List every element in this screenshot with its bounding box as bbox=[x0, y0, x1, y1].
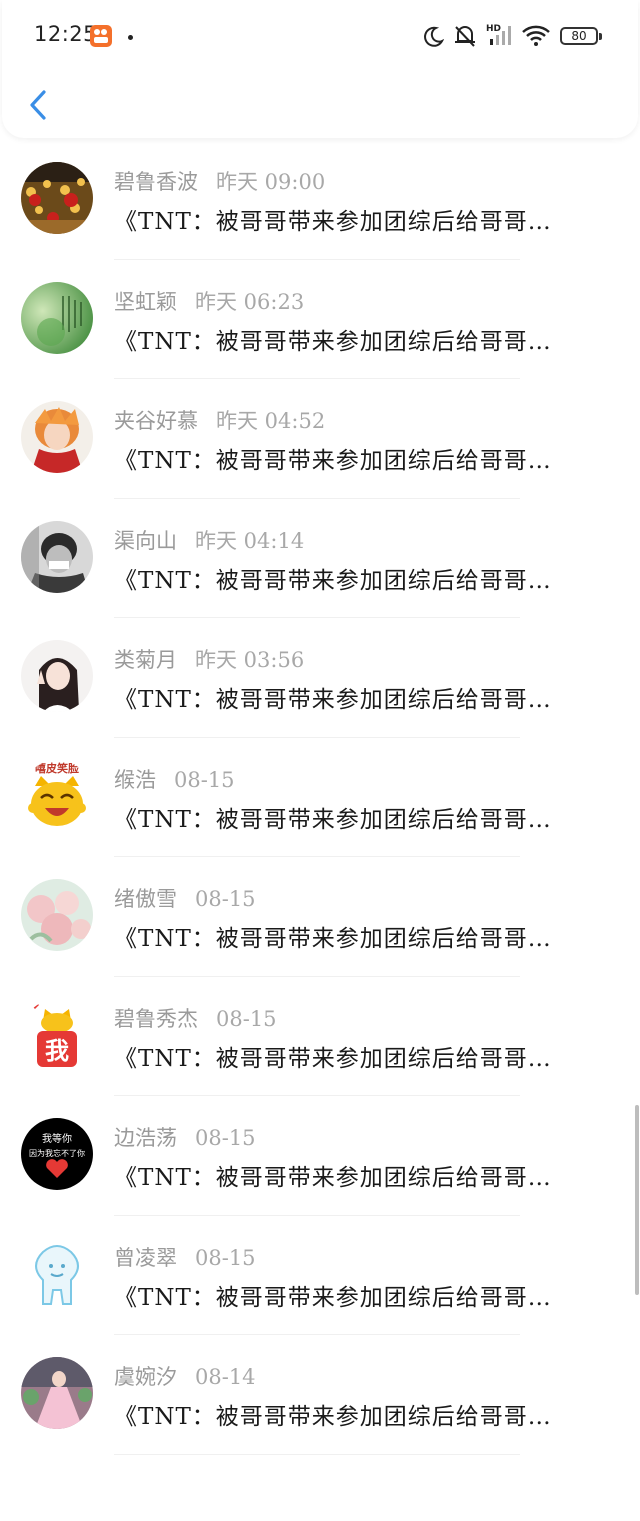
message-preview: 《TNT：被哥哥带来参加团综后给哥哥… bbox=[114, 926, 552, 952]
list-item[interactable]: 虞婉汐 08-14 《TNT：被哥哥带来参加团综后给哥哥… bbox=[0, 1335, 640, 1455]
avatar[interactable] bbox=[21, 1357, 93, 1429]
svg-text:嘻皮笑脸: 嘻皮笑脸 bbox=[35, 761, 80, 775]
name-line: 碧鲁秀杰 08-15 bbox=[114, 1003, 277, 1033]
message-time: 08-15 bbox=[216, 1006, 277, 1031]
list-item[interactable]: 夹谷好慕 昨天 04:52 《TNT：被哥哥带来参加团综后给哥哥… bbox=[0, 379, 640, 499]
list-item[interactable]: 我 碧鲁秀杰 08-15 《TNT：被哥哥带来参加团综后给哥哥… bbox=[0, 977, 640, 1096]
name-line: 曾凌翠 08-15 bbox=[114, 1242, 256, 1272]
avatar[interactable] bbox=[21, 281, 93, 354]
app-notification-icon bbox=[90, 25, 112, 47]
svg-text:HD: HD bbox=[486, 24, 501, 34]
message-time: 08-14 bbox=[195, 1365, 256, 1389]
status-bar: 12:25 HD 80 bbox=[0, 0, 640, 70]
back-arrow-icon[interactable] bbox=[24, 88, 56, 122]
message-preview: 《TNT：被哥哥带来参加团综后给哥哥… bbox=[114, 1165, 552, 1191]
message-preview: 《TNT：被哥哥带来参加团综后给哥哥… bbox=[114, 209, 552, 235]
name-line: 渠向山 昨天 04:14 bbox=[114, 525, 304, 555]
name-line: 边浩荡 08-15 bbox=[114, 1122, 256, 1152]
notification-dot-icon bbox=[128, 35, 133, 40]
wifi-icon bbox=[522, 25, 550, 46]
sender-name: 曾凌翠 bbox=[114, 1245, 177, 1270]
sender-name: 绪傲雪 bbox=[114, 887, 177, 911]
message-time: 08-15 bbox=[174, 767, 235, 792]
divider bbox=[114, 1453, 520, 1455]
name-line: 绪傲雪 08-15 bbox=[114, 883, 256, 913]
avatar[interactable]: 我 bbox=[21, 998, 93, 1071]
battery-indicator: 80 bbox=[560, 27, 602, 45]
message-preview: 《TNT：被哥哥带来参加团综后给哥哥… bbox=[114, 1404, 552, 1430]
list-item[interactable]: 坚虹颖 昨天 06:23 《TNT：被哥哥带来参加团综后给哥哥… bbox=[0, 260, 640, 379]
list-item[interactable]: 绪傲雪 08-15 《TNT：被哥哥带来参加团综后给哥哥… bbox=[0, 857, 640, 977]
message-time: 昨天 03:56 bbox=[195, 648, 305, 672]
message-preview: 《TNT：被哥哥带来参加团综后给哥哥… bbox=[114, 687, 552, 713]
message-time: 昨天 04:14 bbox=[195, 528, 305, 553]
sender-name: 虞婉汐 bbox=[114, 1365, 177, 1389]
message-time: 昨天 04:52 bbox=[216, 409, 326, 433]
svg-text:因为我忘不了你: 因为我忘不了你 bbox=[29, 1148, 85, 1158]
status-time: 12:25 bbox=[34, 22, 98, 46]
message-time: 08-15 bbox=[195, 1126, 256, 1150]
list-item[interactable]: 渠向山 昨天 04:14 《TNT：被哥哥带来参加团综后给哥哥… bbox=[0, 499, 640, 618]
avatar[interactable]: 我等你 因为我忘不了你 bbox=[21, 1118, 93, 1190]
sender-name: 碧鲁秀杰 bbox=[114, 1006, 198, 1031]
scrollbar[interactable] bbox=[635, 1105, 639, 1295]
avatar[interactable] bbox=[21, 1237, 93, 1310]
mute-bell-icon bbox=[455, 26, 475, 47]
avatar[interactable]: 嘻皮笑脸 bbox=[21, 759, 93, 832]
message-list[interactable]: 碧鲁香波 昨天 09:00 《TNT：被哥哥带来参加团综后给哥哥… 坚虹颖 昨天 0… bbox=[0, 140, 640, 1455]
avatar[interactable] bbox=[21, 162, 93, 234]
sender-name: 缑浩 bbox=[114, 767, 156, 792]
name-line: 缑浩 08-15 bbox=[114, 764, 235, 794]
name-line: 类菊月 昨天 03:56 bbox=[114, 644, 304, 674]
name-line: 夹谷好慕 昨天 04:52 bbox=[114, 405, 325, 435]
avatar[interactable] bbox=[21, 879, 93, 951]
sender-name: 碧鲁香波 bbox=[114, 170, 198, 194]
message-preview: 《TNT：被哥哥带来参加团综后给哥哥… bbox=[114, 567, 552, 594]
list-item[interactable]: 曾凌翠 08-15 《TNT：被哥哥带来参加团综后给哥哥… bbox=[0, 1216, 640, 1335]
avatar[interactable] bbox=[21, 640, 93, 712]
message-preview: 《TNT：被哥哥带来参加团综后给哥哥… bbox=[114, 806, 552, 833]
sender-name: 类菊月 bbox=[114, 648, 177, 672]
sender-name: 夹谷好慕 bbox=[114, 409, 198, 433]
message-preview: 《TNT：被哥哥带来参加团综后给哥哥… bbox=[114, 448, 552, 474]
name-line: 虞婉汐 08-14 bbox=[114, 1361, 256, 1391]
avatar[interactable] bbox=[21, 520, 93, 593]
avatar[interactable] bbox=[21, 401, 93, 473]
list-item[interactable]: 我等你 因为我忘不了你 边浩荡 08-15 《TNT：被哥哥带来参加团综后给哥哥… bbox=[0, 1096, 640, 1216]
sender-name: 渠向山 bbox=[114, 528, 177, 553]
name-line: 碧鲁香波 昨天 09:00 bbox=[114, 166, 325, 196]
list-item[interactable]: 碧鲁香波 昨天 09:00 《TNT：被哥哥带来参加团综后给哥哥… bbox=[0, 140, 640, 260]
svg-text:我: 我 bbox=[45, 1037, 69, 1065]
message-preview: 《TNT：被哥哥带来参加团综后给哥哥… bbox=[114, 1284, 552, 1311]
name-line: 坚虹颖 昨天 06:23 bbox=[114, 286, 304, 316]
message-time: 08-15 bbox=[195, 887, 256, 911]
message-time: 08-15 bbox=[195, 1245, 256, 1270]
message-time: 昨天 09:00 bbox=[216, 170, 326, 194]
sender-name: 边浩荡 bbox=[114, 1126, 177, 1150]
signal-hd-icon: HD bbox=[486, 24, 511, 45]
list-item[interactable]: 嘻皮笑脸 缑浩 08-15 《TNT：被哥哥带来参加团综后给哥哥… bbox=[0, 738, 640, 857]
message-time: 昨天 06:23 bbox=[195, 289, 305, 314]
message-preview: 《TNT：被哥哥带来参加团综后给哥哥… bbox=[114, 1045, 552, 1072]
message-preview: 《TNT：被哥哥带来参加团综后给哥哥… bbox=[114, 328, 552, 355]
svg-text:我等你: 我等你 bbox=[42, 1132, 72, 1145]
sender-name: 坚虹颖 bbox=[114, 289, 177, 314]
list-item[interactable]: 类菊月 昨天 03:56 《TNT：被哥哥带来参加团综后给哥哥… bbox=[0, 618, 640, 738]
moon-icon bbox=[424, 26, 444, 47]
